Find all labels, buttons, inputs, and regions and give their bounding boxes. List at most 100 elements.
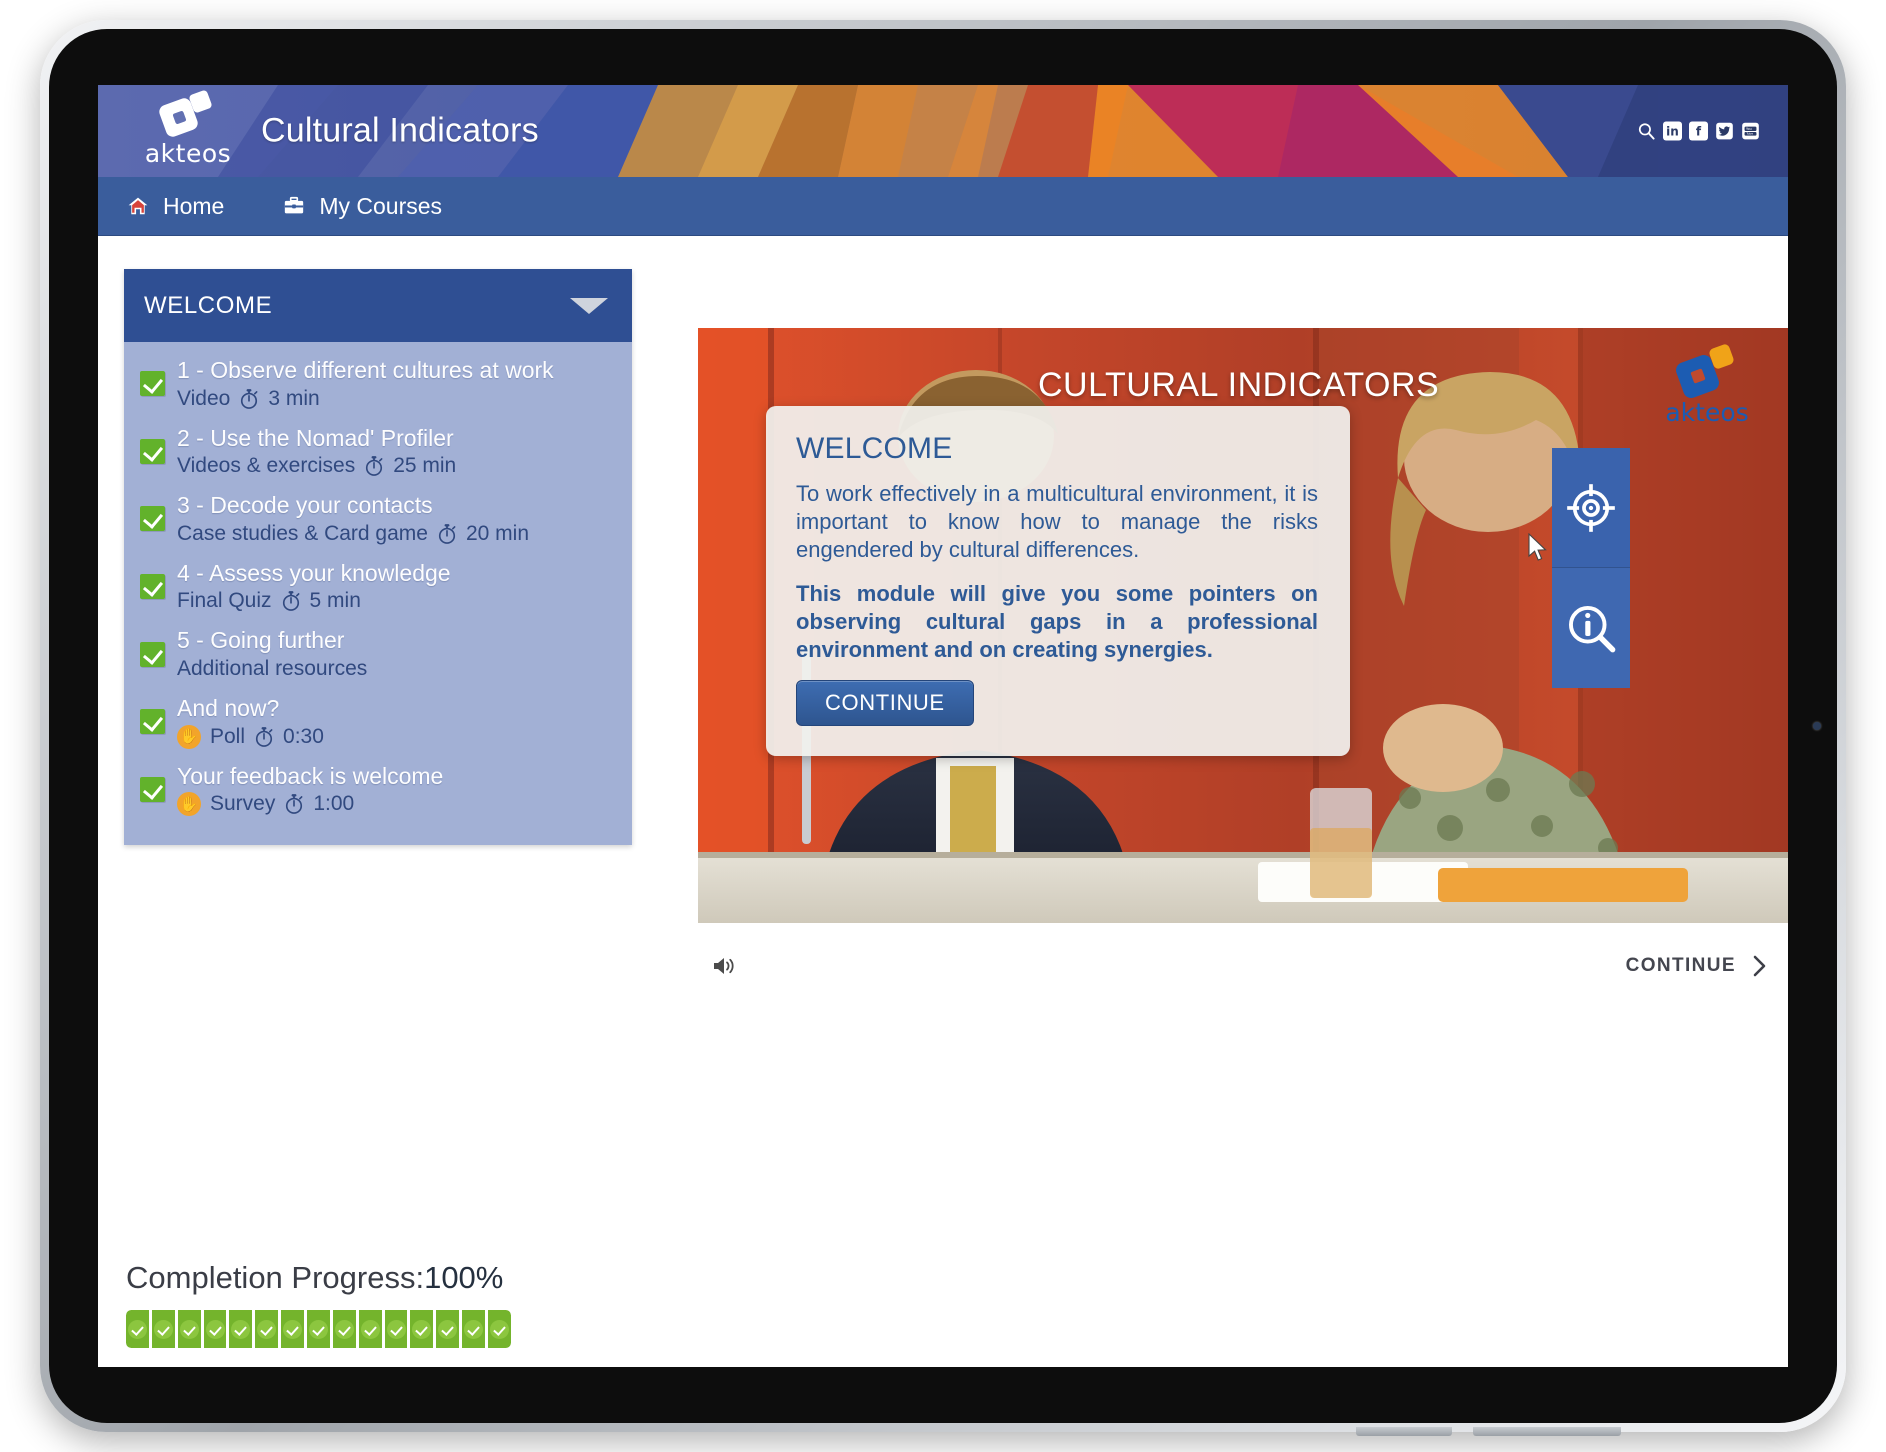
sidebar-item-type: Videos & exercises <box>177 454 356 478</box>
chevron-down-icon[interactable] <box>570 297 608 314</box>
sidebar-section-title: WELCOME <box>144 291 273 319</box>
sidebar-item-type: Case studies & Card game <box>177 521 428 545</box>
progress-segment[interactable] <box>462 1310 486 1348</box>
progress-check-icon <box>257 1319 277 1339</box>
page-title: Cultural Indicators <box>261 111 539 150</box>
sidebar-item-title: 1 - Observe different cultures at work <box>177 357 554 383</box>
player-continue-link[interactable]: CONTINUE <box>1626 954 1782 978</box>
progress-segment[interactable] <box>358 1310 382 1348</box>
nav-item-home[interactable]: Home <box>126 193 224 220</box>
information-button[interactable] <box>1552 568 1630 688</box>
search-icon[interactable] <box>1637 122 1656 141</box>
sidebar-item-meta: ✋ Poll 0:30 <box>177 724 618 749</box>
completion-progress: Completion Progress:100% <box>126 1260 511 1348</box>
sidebar-item-title: Your feedback is welcome <box>177 762 444 789</box>
completion-checkbox[interactable] <box>140 574 165 600</box>
header-social-icons: in f You Tube <box>1637 121 1760 141</box>
akteos-logo-word: akteos <box>144 139 232 168</box>
completion-checkbox[interactable] <box>140 506 165 532</box>
sidebar-item[interactable]: 2 - Use the Nomad' Profiler Videos & exer… <box>124 418 632 486</box>
progress-segment[interactable] <box>488 1310 511 1348</box>
progress-label: Completion Progress:100% <box>126 1260 511 1296</box>
sidebar-item-text: 4 - Assess your knowledge Final Quiz 5 min <box>177 560 618 614</box>
objectives-button[interactable] <box>1552 448 1630 568</box>
sidebar-item-meta: Additional resources <box>177 657 618 681</box>
progress-check-icon <box>489 1319 509 1339</box>
completion-checkbox[interactable] <box>140 438 165 464</box>
sidebar-item[interactable]: 4 - Assess your knowledge Final Quiz 5 min <box>124 553 632 621</box>
progress-segment[interactable] <box>307 1310 330 1348</box>
facebook-icon[interactable]: f <box>1689 121 1708 141</box>
progress-check-icon <box>334 1319 354 1339</box>
timer-icon <box>241 388 258 409</box>
sidebar-item-list: 1 - Observe different cultures at work Vi… <box>124 342 632 846</box>
progress-segment[interactable] <box>436 1310 460 1348</box>
video-tool-buttons <box>1552 448 1630 688</box>
sidebar-item[interactable]: 5 - Going further Additional resources <box>124 620 632 688</box>
sidebar-item[interactable]: 1 - Observe different cultures at work Vi… <box>124 350 632 418</box>
progress-check-icon <box>205 1319 225 1339</box>
sidebar-item[interactable]: 3 - Decode your contacts Case studies & C… <box>124 485 632 553</box>
overlay-paragraph-2: This module will give you some pointers … <box>796 580 1318 662</box>
progress-segment[interactable] <box>229 1310 253 1348</box>
youtube-icon[interactable]: You Tube <box>1741 122 1760 141</box>
video-stage[interactable]: CULTURAL INDICATORS akteos WELCOME To wo… <box>698 328 1788 923</box>
progress-segment[interactable] <box>332 1310 356 1348</box>
sidebar-item-type: Poll <box>210 724 246 748</box>
timer-icon <box>286 794 303 815</box>
twitter-icon[interactable] <box>1715 122 1734 141</box>
sidebar-item-duration: 20 min <box>465 521 529 545</box>
progress-check-icon <box>412 1319 432 1339</box>
progress-bar[interactable] <box>126 1310 511 1348</box>
sidebar-item[interactable]: Your feedback is welcome ✋ Survey 1:00 <box>124 756 632 824</box>
overlay-continue-button[interactable]: CONTINUE <box>796 679 974 726</box>
hand-icon: ✋ <box>177 792 201 817</box>
progress-check-icon <box>231 1319 251 1339</box>
progress-segment[interactable] <box>203 1310 227 1348</box>
tablet-screen: akteos Cultural Indicators in f You Tube… <box>98 85 1788 1367</box>
progress-check-icon <box>153 1319 173 1339</box>
progress-segment[interactable] <box>151 1310 175 1348</box>
mouse-cursor-icon <box>1528 533 1547 561</box>
linkedin-icon[interactable]: in <box>1663 121 1682 141</box>
akteos-logo[interactable]: akteos <box>140 89 236 175</box>
completion-checkbox[interactable] <box>140 371 165 397</box>
progress-segment[interactable] <box>255 1310 279 1348</box>
nav-label-my-courses: My Courses <box>319 192 443 219</box>
sidebar-item-title: 5 - Going further <box>177 627 345 654</box>
progress-segment[interactable] <box>177 1310 201 1348</box>
completion-checkbox[interactable] <box>140 709 165 735</box>
site-header: akteos Cultural Indicators in f You Tube <box>98 85 1788 177</box>
svg-text:Tube: Tube <box>1745 132 1753 136</box>
sidebar-section-header[interactable]: WELCOME <box>124 269 632 342</box>
sidebar-item-title: 4 - Assess your knowledge <box>177 559 451 586</box>
sidebar-item-text: 5 - Going further Additional resources <box>177 627 618 681</box>
completion-checkbox[interactable] <box>140 641 165 667</box>
progress-check-icon <box>464 1319 484 1339</box>
video-logo-word: akteos <box>1665 398 1749 427</box>
sidebar-item-title: 3 - Decode your contacts <box>177 492 433 519</box>
sidebar-item[interactable]: And now? ✋ Poll 0:30 <box>124 688 632 756</box>
timer-icon <box>438 523 456 544</box>
progress-segment[interactable] <box>126 1310 149 1348</box>
timer-icon <box>282 591 299 612</box>
progress-segment[interactable] <box>410 1310 434 1348</box>
video-overlay-title: CULTURAL INDICATORS <box>1038 366 1440 404</box>
home-icon <box>128 197 148 215</box>
sidebar-item-meta: Final Quiz 5 min <box>177 589 618 613</box>
progress-segment[interactable] <box>281 1310 305 1348</box>
player-continue-label: CONTINUE <box>1625 955 1736 976</box>
progress-check-icon <box>127 1319 147 1339</box>
volume-icon[interactable] <box>712 954 738 978</box>
progress-segment[interactable] <box>384 1310 408 1348</box>
completion-checkbox[interactable] <box>140 776 165 802</box>
tablet-button-right <box>1473 1427 1621 1436</box>
sidebar-item-type: Video <box>177 386 231 410</box>
progress-percent: 100% <box>424 1260 504 1295</box>
progress-check-icon <box>308 1319 328 1339</box>
sidebar-item-duration: 25 min <box>393 454 457 478</box>
tablet-button-left <box>1356 1427 1452 1436</box>
nav-item-my-courses[interactable]: My Courses <box>282 193 442 220</box>
overlay-paragraph-1: To work effectively in a multicultural e… <box>796 481 1318 562</box>
sidebar-item-text: 3 - Decode your contacts Case studies & C… <box>177 492 618 546</box>
